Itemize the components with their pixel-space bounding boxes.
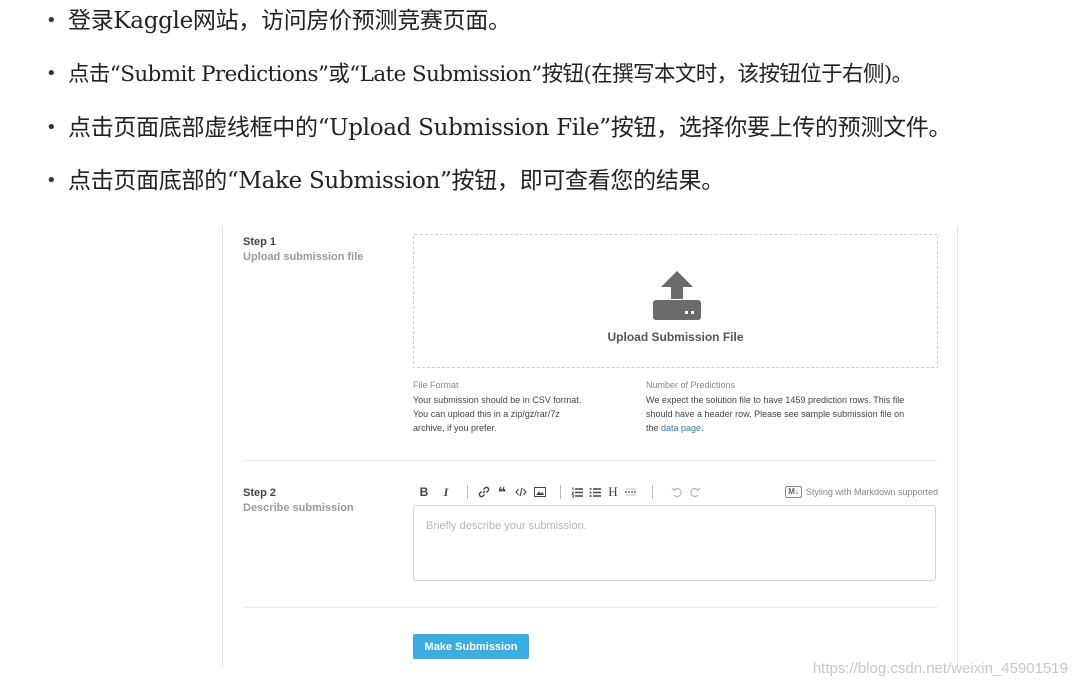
list-item: • 点击页面底部虚线框中的“Upload Submission File”按钮，选… bbox=[46, 113, 952, 143]
markdown-support-note[interactable]: M↓ Styling with Markdown supported bbox=[785, 484, 938, 500]
undo-icon[interactable] bbox=[670, 484, 684, 500]
num-predictions-line: should have a header row. Please see sam… bbox=[646, 409, 905, 419]
num-predictions-line: We expect the solution file to have 1459… bbox=[646, 395, 905, 405]
watermark: https://blog.csdn.net/weixin_45901519 bbox=[812, 660, 1068, 677]
bold-button[interactable]: B bbox=[417, 484, 431, 500]
step2-title: Step 2 bbox=[243, 487, 277, 499]
file-format-label: File Format bbox=[413, 380, 459, 390]
file-format-line: Your submission should be in CSV format. bbox=[413, 395, 582, 405]
upload-icon bbox=[653, 271, 701, 320]
step1-subtitle: Upload submission file bbox=[243, 251, 364, 263]
link-icon[interactable] bbox=[477, 484, 491, 500]
italic-button[interactable]: I bbox=[441, 484, 451, 500]
code-icon[interactable] bbox=[514, 484, 528, 500]
make-submission-button[interactable]: Make Submission bbox=[413, 634, 529, 659]
step1-title: Step 1 bbox=[243, 236, 277, 248]
section-divider bbox=[243, 607, 938, 608]
link-suffix: . bbox=[701, 423, 704, 433]
list-item: • 点击页面底部的“Make Submission”按钮，即可查看您的结果。 bbox=[46, 166, 724, 196]
file-format-text: Your submission should be in CSV format.… bbox=[413, 393, 633, 435]
toolbar-separator bbox=[467, 485, 468, 499]
markdown-icon: M↓ bbox=[785, 486, 802, 498]
toolbar-separator bbox=[652, 485, 653, 499]
bullet-list-icon[interactable] bbox=[588, 484, 602, 500]
ordered-list-icon[interactable] bbox=[570, 484, 584, 500]
bullet-icon: • bbox=[46, 170, 57, 191]
list-item-text: 点击页面底部的“Make Submission”按钮，即可查看您的结果。 bbox=[68, 168, 724, 194]
num-predictions-text: We expect the solution file to have 1459… bbox=[646, 393, 946, 435]
num-predictions-label: Number of Predictions bbox=[646, 380, 736, 390]
list-item: • 登录Kaggle网站，访问房价预测竞赛页面。 bbox=[46, 6, 511, 36]
heading-button[interactable]: H bbox=[606, 484, 620, 500]
list-item-text: 登录Kaggle网站，访问房价预测竞赛页面。 bbox=[68, 8, 511, 34]
upload-submission-file-label: Upload Submission File bbox=[607, 330, 744, 344]
toolbar-separator bbox=[560, 485, 561, 499]
file-format-line: You can upload this in a zip/gz/rar/7z bbox=[413, 409, 560, 419]
image-icon[interactable] bbox=[533, 484, 547, 500]
list-item-text: 点击页面底部虚线框中的“Upload Submission File”按钮，选择… bbox=[68, 115, 952, 141]
link-prefix: the bbox=[646, 423, 662, 433]
bullet-icon: • bbox=[46, 117, 57, 138]
list-item-text: 点击“Submit Predictions”或“Late Submission”… bbox=[68, 62, 913, 87]
data-page-link[interactable]: data page bbox=[661, 423, 701, 433]
redo-icon[interactable] bbox=[688, 484, 702, 500]
bullet-icon: • bbox=[46, 63, 57, 84]
step2-subtitle: Describe submission bbox=[243, 502, 354, 514]
markdown-toolbar: B I ❝ H M↓ Styling with Markdown support… bbox=[413, 484, 938, 500]
bullet-icon: • bbox=[46, 10, 57, 31]
num-predictions-line: the data page. bbox=[646, 421, 946, 435]
file-format-line: archive, if you prefer. bbox=[413, 423, 497, 433]
horizontal-rule-icon[interactable] bbox=[624, 484, 638, 500]
description-textarea[interactable] bbox=[413, 505, 936, 581]
section-divider bbox=[243, 460, 938, 461]
submission-panel: Step 1 Upload submission file Upload Sub… bbox=[222, 226, 958, 666]
upload-dropzone[interactable]: Upload Submission File bbox=[413, 234, 938, 368]
list-item: • 点击“Submit Predictions”或“Late Submission… bbox=[46, 59, 913, 90]
markdown-note-text: Styling with Markdown supported bbox=[805, 487, 938, 497]
quote-icon[interactable]: ❝ bbox=[495, 484, 509, 500]
